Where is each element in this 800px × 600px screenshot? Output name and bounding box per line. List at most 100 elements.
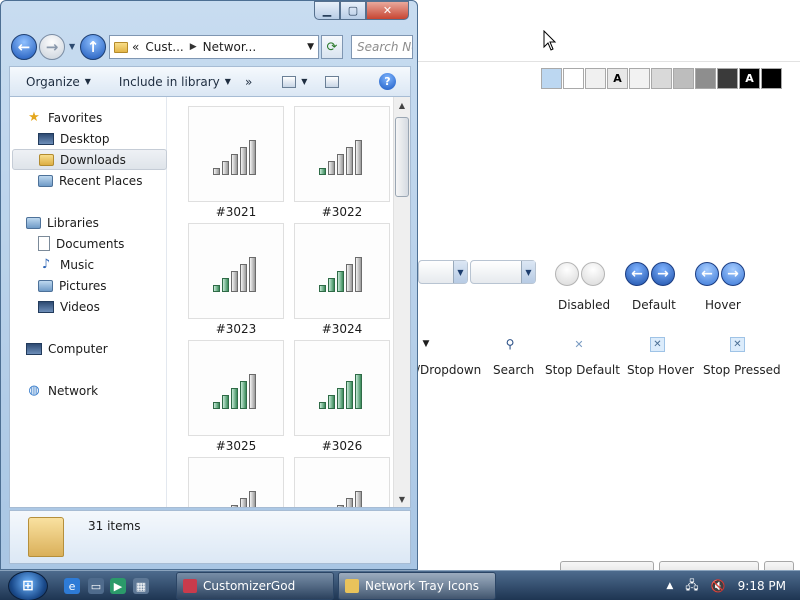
file-tile[interactable] xyxy=(188,106,284,202)
file-tile[interactable] xyxy=(294,223,390,319)
show-hidden-icons-icon[interactable]: ▲ xyxy=(666,581,673,591)
explorer-quicklaunch-icon[interactable]: ▦ xyxy=(133,578,149,594)
stop-default-label: Stop Default xyxy=(545,363,620,377)
taskbar: ⊞ e ▭ ▶ ▦ CustomizerGod Network Tray Ico… xyxy=(0,570,800,600)
nav-item-documents[interactable]: Documents xyxy=(38,233,124,254)
color-swatch[interactable] xyxy=(629,68,650,89)
dropdown-demo-1[interactable]: ▼ xyxy=(418,260,468,284)
nav-buttons-hover-demo[interactable]: ← → xyxy=(695,262,745,286)
file-name-label[interactable]: #3024 xyxy=(294,322,390,336)
forward-arrow-icon[interactable]: → xyxy=(651,262,675,286)
recent-pages-dropdown[interactable]: ▼ xyxy=(69,42,75,51)
file-name-label[interactable]: #3026 xyxy=(294,439,390,453)
preview-pane-button[interactable] xyxy=(307,75,351,88)
signal-bars-icon xyxy=(213,256,261,292)
color-swatch[interactable] xyxy=(761,68,782,89)
close-icon[interactable]: ✕ xyxy=(650,337,665,352)
preview-pane-icon xyxy=(325,75,340,88)
color-swatch[interactable] xyxy=(563,68,584,89)
color-swatch[interactable]: A xyxy=(739,68,760,89)
network-globe-icon: ◍ xyxy=(28,383,40,398)
file-name-label[interactable]: #3021 xyxy=(188,205,284,219)
view-icon xyxy=(282,75,297,88)
breadcrumb-item-customizer[interactable]: Cust... xyxy=(145,40,183,54)
close-icon[interactable]: ✕ xyxy=(730,337,745,352)
file-tile[interactable] xyxy=(294,106,390,202)
show-desktop-icon[interactable]: ▭ xyxy=(88,578,104,594)
change-view-button[interactable]: ▼ xyxy=(264,75,307,88)
internet-explorer-icon[interactable]: e xyxy=(64,578,80,594)
file-tile[interactable] xyxy=(294,457,390,507)
file-name-label[interactable]: #3025 xyxy=(188,439,284,453)
color-swatch[interactable] xyxy=(585,68,606,89)
nav-item-libraries[interactable]: Libraries xyxy=(26,212,99,233)
nav-item-pictures[interactable]: Pictures xyxy=(38,275,107,296)
task-customizergod[interactable]: CustomizerGod xyxy=(176,572,334,600)
vertical-scrollbar[interactable]: ▲ ▼ xyxy=(393,97,410,507)
color-swatch[interactable] xyxy=(541,68,562,89)
chevron-down-icon: ▼ xyxy=(224,77,231,86)
back-arrow-icon[interactable]: ← xyxy=(625,262,649,286)
search-input[interactable]: Search Net xyxy=(351,35,413,59)
stop-hover-label: Stop Hover xyxy=(627,363,694,377)
nav-item-network[interactable]: ◍ Network xyxy=(26,380,98,401)
include-in-library-menu[interactable]: Include in library ▼ xyxy=(103,75,243,89)
file-tile[interactable] xyxy=(188,340,284,436)
nav-item-videos[interactable]: Videos xyxy=(38,296,100,317)
nav-item-favorites[interactable]: ★ Favorites xyxy=(26,107,102,128)
color-swatch[interactable]: A xyxy=(607,68,628,89)
file-tile[interactable] xyxy=(188,457,284,507)
start-button[interactable]: ⊞ xyxy=(8,571,48,600)
signal-bar xyxy=(249,374,256,409)
color-swatch[interactable] xyxy=(717,68,738,89)
chevron-right-icon[interactable]: ▶ xyxy=(190,42,197,52)
breadcrumb-item-network[interactable]: Networ... xyxy=(203,40,257,54)
details-pane: 31 items xyxy=(9,510,411,564)
volume-muted-icon[interactable]: 🔇 xyxy=(711,579,726,593)
signal-bar xyxy=(319,285,326,292)
nav-buttons-disabled-demo xyxy=(555,262,605,286)
signal-bar xyxy=(346,147,353,175)
nav-buttons-default-demo[interactable]: ← → xyxy=(625,262,675,286)
nav-item-recent-places[interactable]: Recent Places xyxy=(38,170,142,191)
organize-menu[interactable]: Organize ▼ xyxy=(10,75,103,89)
color-swatch[interactable] xyxy=(651,68,672,89)
signal-bar xyxy=(249,140,256,175)
minimize-button[interactable]: ▁ xyxy=(314,1,340,20)
color-swatch[interactable] xyxy=(695,68,716,89)
maximize-button[interactable]: ▢ xyxy=(340,1,366,20)
up-button[interactable]: ↑ xyxy=(80,34,106,60)
task-network-tray-icons[interactable]: Network Tray Icons xyxy=(338,572,496,600)
address-bar[interactable]: « Cust... ▶ Networ... ▼ xyxy=(109,35,319,59)
scrollbar-thumb[interactable] xyxy=(395,117,409,197)
refresh-button[interactable]: ⟳ xyxy=(321,35,343,59)
scroll-up-icon[interactable]: ▲ xyxy=(394,97,410,113)
forward-arrow-icon[interactable]: → xyxy=(721,262,745,286)
forward-button[interactable]: → xyxy=(39,34,65,60)
file-name-label[interactable]: #3022 xyxy=(294,205,390,219)
close-icon[interactable]: ✕ xyxy=(571,336,587,352)
back-arrow-icon[interactable]: ← xyxy=(695,262,719,286)
more-commands-button[interactable]: » xyxy=(243,75,264,89)
color-swatch[interactable] xyxy=(673,68,694,89)
media-player-icon[interactable]: ▶ xyxy=(110,578,126,594)
breadcrumb-overflow[interactable]: « xyxy=(132,40,139,54)
file-name-label[interactable]: #3023 xyxy=(188,322,284,336)
pictures-icon xyxy=(38,279,53,292)
network-status-icon[interactable]: 🖧 xyxy=(685,576,698,597)
help-icon[interactable]: ? xyxy=(379,73,396,90)
file-tile[interactable] xyxy=(188,223,284,319)
search-icon[interactable]: ⚲ xyxy=(502,336,518,352)
back-button[interactable]: ← xyxy=(11,34,37,60)
dropdown-demo-2[interactable]: ▼ xyxy=(470,260,536,284)
file-tile[interactable] xyxy=(294,340,390,436)
hover-label: Hover xyxy=(705,298,741,312)
chevron-down-icon[interactable]: ▼ xyxy=(307,42,314,52)
clock[interactable]: 9:18 PM xyxy=(738,579,786,593)
nav-item-music[interactable]: ♪ Music xyxy=(38,254,94,275)
nav-item-computer[interactable]: Computer xyxy=(26,338,108,359)
close-button[interactable]: ✕ xyxy=(366,1,409,20)
nav-item-downloads[interactable]: Downloads xyxy=(12,149,167,170)
nav-item-desktop[interactable]: Desktop xyxy=(38,128,110,149)
scroll-down-icon[interactable]: ▼ xyxy=(394,491,410,507)
